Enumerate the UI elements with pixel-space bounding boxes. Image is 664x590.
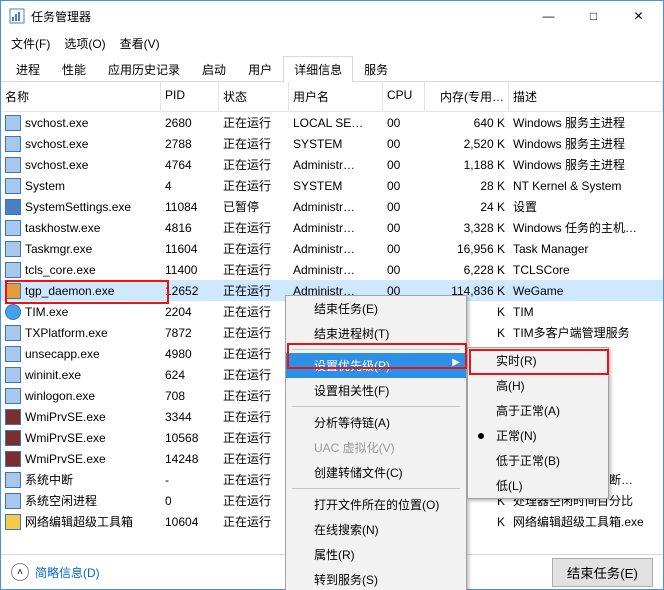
process-name: WmiPrvSE.exe	[25, 452, 106, 466]
menu-item[interactable]: 分析等待链(A)	[286, 410, 466, 435]
app-icon	[9, 8, 25, 24]
chevron-up-icon[interactable]: ˄	[11, 563, 29, 581]
process-name: svchost.exe	[25, 137, 88, 151]
process-icon	[5, 262, 21, 278]
process-icon	[5, 241, 21, 257]
table-row[interactable]: Taskmgr.exe11604正在运行Administr…0016,956 K…	[1, 238, 663, 259]
menu-item[interactable]: 在线搜索(N)	[286, 517, 466, 542]
menu-view[interactable]: 查看(V)	[116, 33, 164, 54]
close-button[interactable]: ✕	[616, 2, 661, 31]
process-name: taskhostw.exe	[25, 221, 100, 235]
process-name: 系统中断	[25, 471, 73, 488]
column-headers: 名称 PID 状态 用户名 CPU 内存(专用… 描述	[1, 82, 663, 112]
process-icon	[5, 388, 21, 404]
tab-2[interactable]: 应用历史记录	[97, 56, 191, 82]
menu-item[interactable]: 结束任务(E)	[286, 296, 466, 321]
minimize-button[interactable]: —	[526, 2, 571, 31]
tab-6[interactable]: 服务	[353, 56, 399, 82]
titlebar: 任务管理器 — □ ✕	[1, 1, 663, 31]
fewer-details-link[interactable]: 简略信息(D)	[35, 564, 100, 581]
process-name: Taskmgr.exe	[25, 242, 92, 256]
process-icon	[5, 136, 21, 152]
process-name: 网络编辑超级工具箱	[25, 513, 133, 530]
process-icon	[5, 178, 21, 194]
submenu-item[interactable]: 低于正常(B)	[468, 448, 608, 473]
menu-item[interactable]: 设置相关性(F)	[286, 378, 466, 403]
process-name: tcls_core.exe	[25, 263, 96, 277]
col-desc[interactable]: 描述	[509, 82, 663, 111]
process-icon	[5, 472, 21, 488]
tab-3[interactable]: 启动	[191, 56, 237, 82]
process-name: wininit.exe	[25, 368, 81, 382]
menu-item[interactable]: 创建转储文件(C)	[286, 460, 466, 485]
col-name[interactable]: 名称	[1, 82, 161, 111]
menu-options[interactable]: 选项(O)	[60, 33, 109, 54]
process-name: TXPlatform.exe	[25, 326, 108, 340]
process-icon	[5, 367, 21, 383]
menu-item[interactable]: 转到服务(S)	[286, 567, 466, 590]
process-icon	[5, 346, 21, 362]
process-icon	[5, 199, 21, 215]
process-icon	[5, 157, 21, 173]
process-icon	[5, 325, 21, 341]
menu-item[interactable]: 属性(R)	[286, 542, 466, 567]
menu-item: UAC 虚拟化(V)	[286, 435, 466, 460]
process-name: tgp_daemon.exe	[25, 284, 114, 298]
process-name: svchost.exe	[25, 116, 88, 130]
process-name: svchost.exe	[25, 158, 88, 172]
submenu-item[interactable]: 高(H)	[468, 373, 608, 398]
tab-0[interactable]: 进程	[5, 56, 51, 82]
maximize-button[interactable]: □	[571, 2, 616, 31]
menu-file[interactable]: 文件(F)	[7, 33, 54, 54]
submenu-item[interactable]: 高于正常(A)	[468, 398, 608, 423]
table-row[interactable]: taskhostw.exe4816正在运行Administr…003,328 K…	[1, 217, 663, 238]
process-icon	[5, 220, 21, 236]
tabs: 进程性能应用历史记录启动用户详细信息服务	[1, 55, 663, 82]
submenu-item[interactable]: 实时(R)	[468, 348, 608, 373]
menu-item[interactable]: 结束进程树(T)	[286, 321, 466, 346]
table-row[interactable]: tcls_core.exe11400正在运行Administr…006,228 …	[1, 259, 663, 280]
col-user[interactable]: 用户名	[289, 82, 383, 111]
context-menu: 结束任务(E)结束进程树(T) 设置优先级(P)设置相关性(F) 分析等待链(A)U…	[285, 295, 467, 590]
table-row[interactable]: svchost.exe2788正在运行SYSTEM002,520 KWindow…	[1, 133, 663, 154]
process-icon	[5, 451, 21, 467]
menubar: 文件(F) 选项(O) 查看(V)	[1, 31, 663, 55]
tab-1[interactable]: 性能	[51, 56, 97, 82]
process-name: WmiPrvSE.exe	[25, 431, 106, 445]
process-icon	[5, 430, 21, 446]
process-name: TIM.exe	[25, 305, 68, 319]
table-row[interactable]: svchost.exe2680正在运行LOCAL SE…00640 KWindo…	[1, 112, 663, 133]
menu-item[interactable]: 打开文件所在的位置(O)	[286, 492, 466, 517]
process-icon	[5, 514, 21, 530]
process-name: winlogon.exe	[25, 389, 95, 403]
end-task-button[interactable]: 结束任务(E)	[552, 558, 653, 587]
table-row[interactable]: svchost.exe4764正在运行Administr…001,188 KWi…	[1, 154, 663, 175]
table-row[interactable]: System4正在运行SYSTEM0028 KNT Kernel & Syste…	[1, 175, 663, 196]
process-name: System	[25, 179, 65, 193]
process-name: unsecapp.exe	[25, 347, 100, 361]
submenu-item[interactable]: 低(L)	[468, 473, 608, 498]
col-mem[interactable]: 内存(专用…	[425, 82, 509, 111]
submenu-item[interactable]: 正常(N)	[468, 423, 608, 448]
process-icon	[5, 409, 21, 425]
menu-item[interactable]: 设置优先级(P)	[286, 353, 466, 378]
process-icon	[5, 283, 21, 299]
process-icon	[5, 304, 21, 320]
col-cpu[interactable]: CPU	[383, 82, 425, 111]
col-status[interactable]: 状态	[219, 82, 289, 111]
process-icon	[5, 493, 21, 509]
tab-5[interactable]: 详细信息	[283, 56, 353, 82]
window-title: 任务管理器	[31, 8, 526, 25]
table-row[interactable]: SystemSettings.exe11084已暂停Administr…0024…	[1, 196, 663, 217]
col-pid[interactable]: PID	[161, 82, 219, 111]
process-name: 系统空闲进程	[25, 492, 97, 509]
tab-4[interactable]: 用户	[237, 56, 283, 82]
process-name: SystemSettings.exe	[25, 200, 131, 214]
process-icon	[5, 115, 21, 131]
priority-submenu: 实时(R)高(H)高于正常(A)正常(N)低于正常(B)低(L)	[467, 347, 609, 499]
process-name: WmiPrvSE.exe	[25, 410, 106, 424]
